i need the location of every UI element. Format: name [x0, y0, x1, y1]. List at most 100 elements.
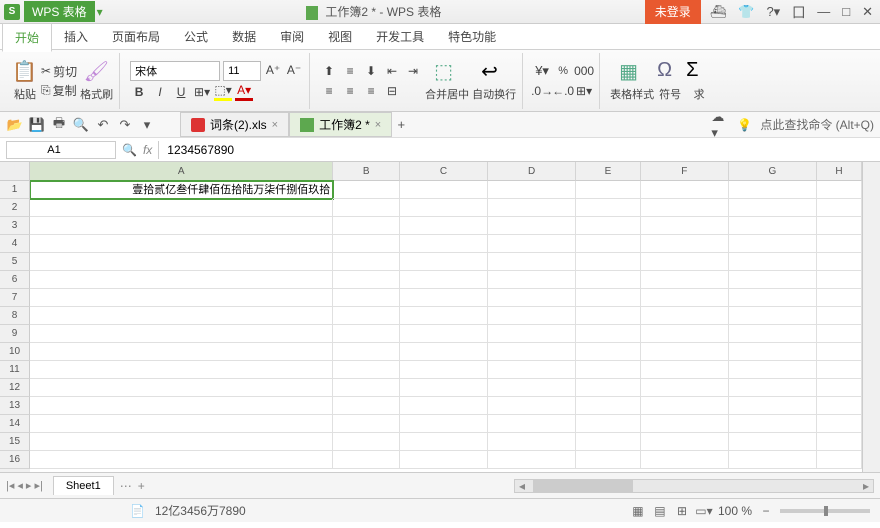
cell-F7[interactable]	[641, 289, 729, 307]
close-tab-icon[interactable]: ×	[375, 119, 381, 131]
menu-tab-3[interactable]: 公式	[172, 23, 220, 50]
prev-sheet-icon[interactable]: ◂	[17, 479, 23, 492]
cell-A16[interactable]	[30, 451, 333, 469]
command-search-hint[interactable]: 点此查找命令 (Alt+Q)	[760, 116, 874, 133]
login-button[interactable]: 未登录	[645, 0, 701, 24]
restore-icon[interactable]: ⼞	[789, 2, 808, 21]
cell-F11[interactable]	[641, 361, 729, 379]
cell-F1[interactable]	[641, 181, 729, 199]
cell-A11[interactable]	[30, 361, 333, 379]
align-top-icon[interactable]: ⬆	[320, 62, 338, 80]
cell-A13[interactable]	[30, 397, 333, 415]
cell-G11[interactable]	[729, 361, 817, 379]
name-box[interactable]	[6, 141, 116, 159]
cell-F6[interactable]	[641, 271, 729, 289]
cell-D14[interactable]	[488, 415, 576, 433]
cell-C11[interactable]	[400, 361, 488, 379]
cell-H10[interactable]	[817, 343, 862, 361]
zoom-value[interactable]: 100 %	[718, 504, 752, 518]
col-header-H[interactable]: H	[817, 162, 862, 181]
cell-F9[interactable]	[641, 325, 729, 343]
close-tab-icon[interactable]: ×	[272, 119, 278, 131]
cell-H2[interactable]	[817, 199, 862, 217]
cell-A2[interactable]	[30, 199, 333, 217]
row-header-5[interactable]: 5	[0, 253, 30, 271]
copy-button[interactable]: ⎘复制	[41, 82, 77, 99]
cell-A8[interactable]	[30, 307, 333, 325]
row-header-16[interactable]: 16	[0, 451, 30, 469]
close-icon[interactable]: ✕	[859, 4, 876, 20]
cell-D10[interactable]	[488, 343, 576, 361]
cell-G9[interactable]	[729, 325, 817, 343]
menu-tab-4[interactable]: 数据	[220, 23, 268, 50]
row-header-8[interactable]: 8	[0, 307, 30, 325]
cell-E6[interactable]	[576, 271, 641, 289]
cell-B8[interactable]	[333, 307, 400, 325]
menu-tab-0[interactable]: 开始	[2, 23, 52, 52]
cell-H12[interactable]	[817, 379, 862, 397]
sum-button[interactable]: Σ 求	[686, 59, 712, 102]
cell-D11[interactable]	[488, 361, 576, 379]
cell-B9[interactable]	[333, 325, 400, 343]
cell-G15[interactable]	[729, 433, 817, 451]
cell-F8[interactable]	[641, 307, 729, 325]
add-tab-icon[interactable]: +	[392, 116, 410, 134]
increase-font-icon[interactable]: A⁺	[264, 61, 282, 79]
cell-B15[interactable]	[333, 433, 400, 451]
cell-H6[interactable]	[817, 271, 862, 289]
cells[interactable]: 壹拾贰亿叁仟肆佰伍拾陆万柒仟捌佰玖拾	[30, 181, 862, 469]
cell-D1[interactable]	[488, 181, 576, 199]
lightbulb-icon[interactable]: 💡	[737, 118, 752, 132]
col-header-F[interactable]: F	[641, 162, 729, 181]
cell-D12[interactable]	[488, 379, 576, 397]
cell-G7[interactable]	[729, 289, 817, 307]
cell-C2[interactable]	[400, 199, 488, 217]
app-name[interactable]: WPS 表格	[24, 1, 95, 22]
cell-G2[interactable]	[729, 199, 817, 217]
cell-B7[interactable]	[333, 289, 400, 307]
row-header-9[interactable]: 9	[0, 325, 30, 343]
decrease-font-icon[interactable]: A⁻	[285, 61, 303, 79]
increase-decimal-icon[interactable]: .0→	[533, 82, 551, 100]
cell-B10[interactable]	[333, 343, 400, 361]
table-style-button[interactable]: ▦ 表格样式	[610, 59, 654, 102]
row-header-13[interactable]: 13	[0, 397, 30, 415]
cell-F10[interactable]	[641, 343, 729, 361]
cell-E5[interactable]	[576, 253, 641, 271]
cell-B12[interactable]	[333, 379, 400, 397]
cell-G16[interactable]	[729, 451, 817, 469]
cell-B1[interactable]	[333, 181, 400, 199]
col-header-A[interactable]: A	[30, 162, 333, 181]
cell-E2[interactable]	[576, 199, 641, 217]
qat-dropdown-icon[interactable]: ▾	[138, 116, 156, 134]
cell-E13[interactable]	[576, 397, 641, 415]
merge-split-icon[interactable]: ⊟	[383, 82, 401, 100]
print-preview-icon[interactable]: 🔍	[72, 116, 90, 134]
cell-B6[interactable]	[333, 271, 400, 289]
scroll-right-icon[interactable]: ▸	[863, 479, 869, 493]
zoom-thumb[interactable]	[824, 506, 828, 516]
cell-C10[interactable]	[400, 343, 488, 361]
open-icon[interactable]: 📂	[6, 116, 24, 134]
cell-F13[interactable]	[641, 397, 729, 415]
cell-E16[interactable]	[576, 451, 641, 469]
cell-E12[interactable]	[576, 379, 641, 397]
view-page-icon[interactable]: ▤	[652, 503, 668, 519]
paste-button[interactable]: 📋 粘贴	[12, 59, 38, 102]
format-painter-button[interactable]: 🖌 格式刷	[80, 59, 113, 102]
currency-icon[interactable]: ¥▾	[533, 62, 551, 80]
font-size-select[interactable]	[223, 61, 261, 81]
row-header-11[interactable]: 11	[0, 361, 30, 379]
view-pagebreak-icon[interactable]: ⊞	[674, 503, 690, 519]
doc-tab-1[interactable]: 词条(2).xls ×	[180, 112, 289, 137]
cell-E4[interactable]	[576, 235, 641, 253]
cell-A14[interactable]	[30, 415, 333, 433]
col-header-D[interactable]: D	[488, 162, 576, 181]
cell-B16[interactable]	[333, 451, 400, 469]
cell-D6[interactable]	[488, 271, 576, 289]
cell-C16[interactable]	[400, 451, 488, 469]
row-header-7[interactable]: 7	[0, 289, 30, 307]
zoom-out-icon[interactable]: −	[758, 503, 774, 519]
align-center-icon[interactable]: ≡	[341, 82, 359, 100]
cell-D7[interactable]	[488, 289, 576, 307]
